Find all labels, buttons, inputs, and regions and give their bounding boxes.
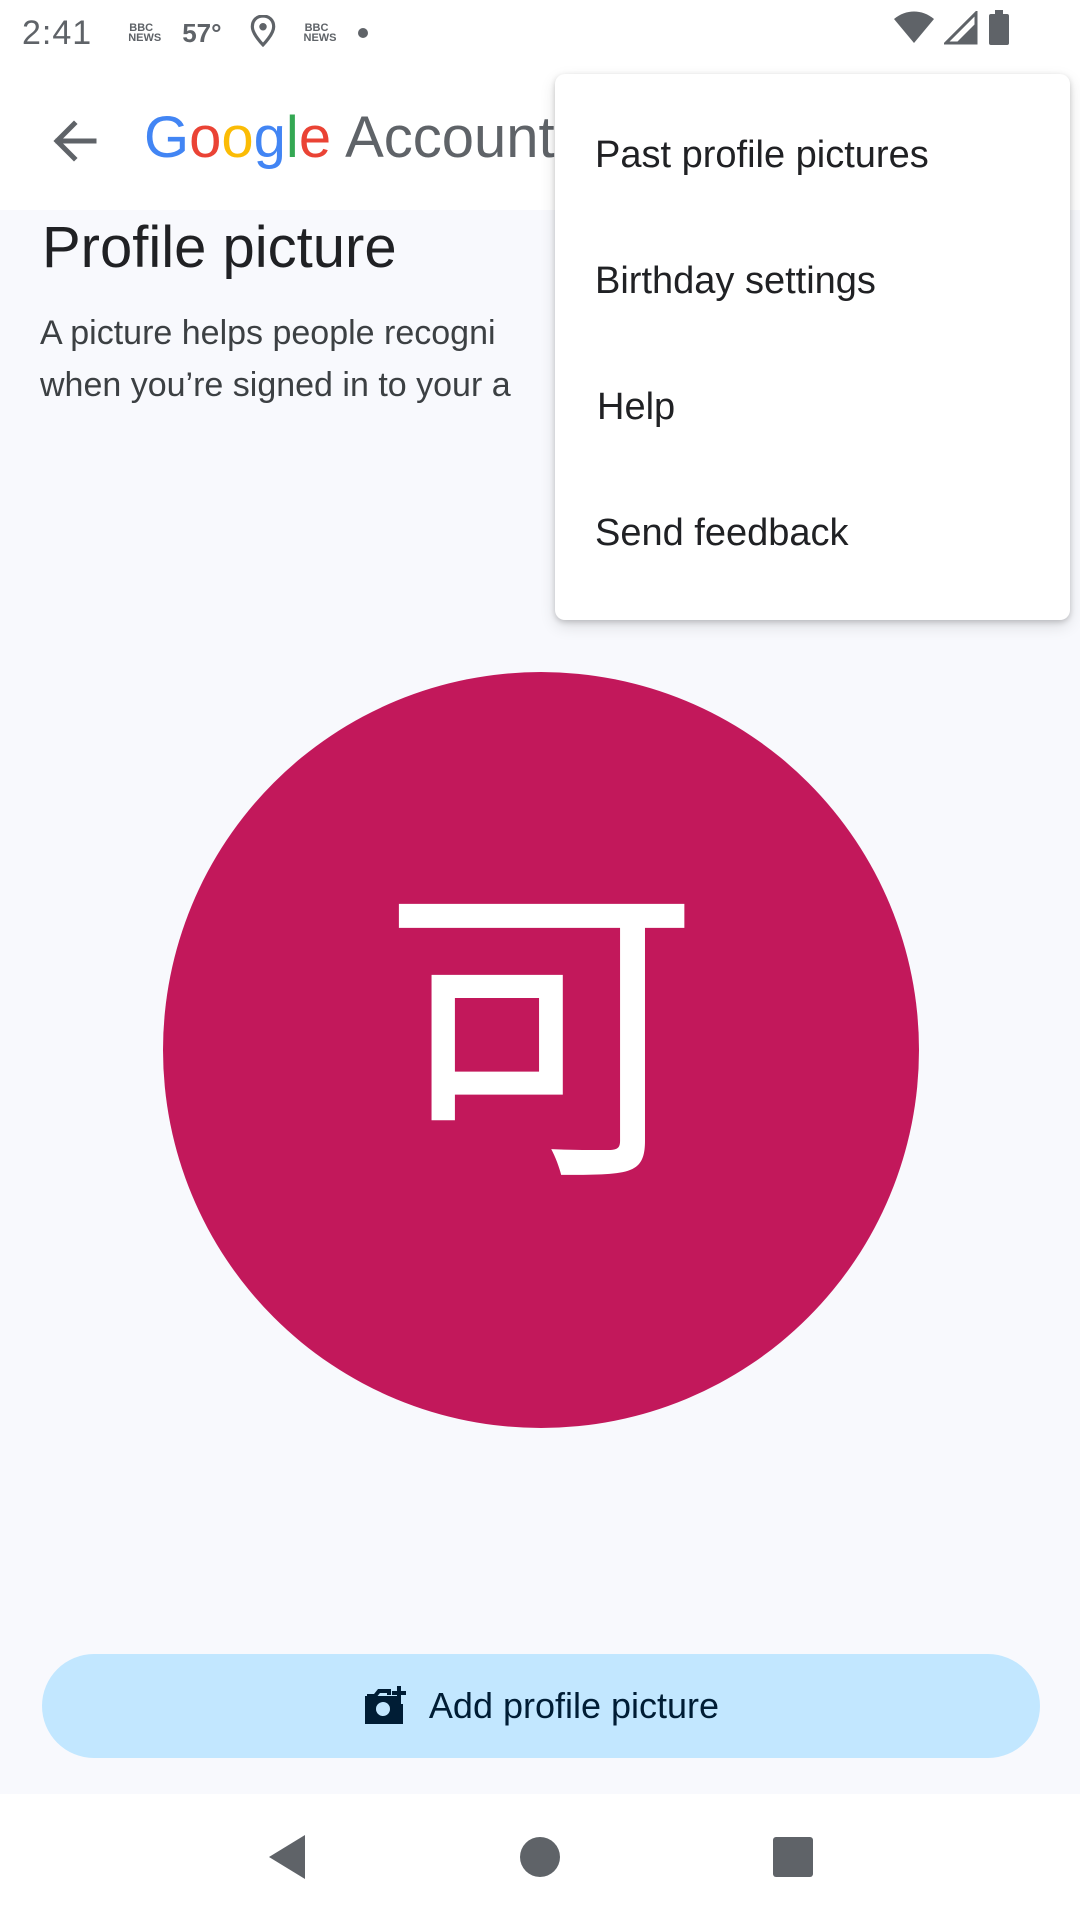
brand-suffix: Account bbox=[345, 105, 555, 170]
add-photo-icon bbox=[363, 1686, 407, 1726]
add-profile-picture-button[interactable]: Add profile picture bbox=[42, 1654, 1040, 1758]
news-icon-2: BBC NEWS bbox=[303, 22, 337, 44]
dot-icon bbox=[357, 28, 368, 38]
menu-item-send-feedback[interactable]: Send feedback bbox=[595, 512, 849, 555]
nav-recents-button[interactable] bbox=[763, 1827, 823, 1887]
news-icon: BBC NEWS bbox=[128, 22, 162, 44]
overflow-menu: Past profile pictures Birthday settings … bbox=[555, 74, 1070, 620]
arrow-back-icon bbox=[53, 120, 97, 162]
description-line-2: when you’re signed in to your a bbox=[40, 366, 511, 404]
menu-item-birthday-settings[interactable]: Birthday settings bbox=[595, 260, 876, 303]
brand-letter: l bbox=[285, 105, 299, 170]
page-title: Profile picture bbox=[42, 215, 397, 280]
battery-icon bbox=[988, 10, 1010, 51]
brand-letter: o bbox=[221, 105, 254, 170]
circle-home-icon bbox=[519, 1837, 560, 1877]
add-profile-picture-label: Add profile picture bbox=[428, 1685, 720, 1726]
triangle-back-icon bbox=[268, 1835, 305, 1879]
menu-item-help[interactable]: Help bbox=[597, 386, 675, 429]
nav-back-button[interactable] bbox=[257, 1827, 317, 1887]
status-bar: 2:41 BBC NEWS 57° BBC NEWS bbox=[0, 0, 1080, 66]
profile-avatar[interactable]: 可 bbox=[163, 672, 919, 1428]
menu-item-past-profile-pictures[interactable]: Past profile pictures bbox=[595, 134, 929, 177]
status-icons: BBC NEWS 57° BBC NEWS bbox=[128, 13, 368, 52]
brand-letter: g bbox=[253, 105, 286, 170]
wifi-icon bbox=[894, 11, 934, 50]
description-line-1: A picture helps people recogni bbox=[40, 314, 496, 352]
status-time: 2:41 bbox=[22, 13, 93, 52]
brand-letter: e bbox=[298, 105, 332, 170]
system-nav-bar bbox=[0, 1794, 1080, 1920]
status-right-icons bbox=[894, 9, 1010, 51]
location-icon bbox=[250, 13, 276, 52]
square-recents-icon bbox=[773, 1837, 814, 1877]
screen: 2:41 BBC NEWS 57° BBC NEWS G o o g l e A… bbox=[0, 0, 1080, 1920]
temperature: 57° bbox=[182, 17, 222, 48]
signal-icon bbox=[942, 9, 978, 50]
google-account-logo: G o o g l e Account bbox=[144, 104, 555, 170]
brand-letter: o bbox=[189, 105, 222, 170]
avatar-initial: 可 bbox=[381, 854, 701, 1226]
nav-home-button[interactable] bbox=[510, 1827, 570, 1887]
back-button[interactable] bbox=[40, 106, 110, 176]
brand-letter: G bbox=[144, 105, 190, 170]
